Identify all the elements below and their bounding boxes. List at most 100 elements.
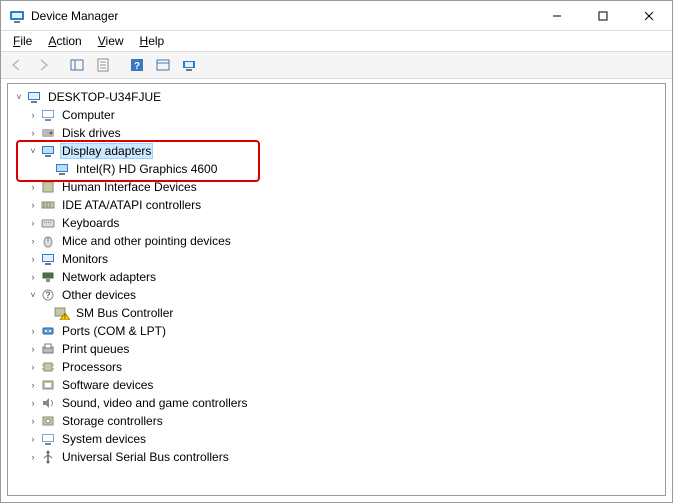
other-devices-icon: ?: [40, 287, 56, 303]
chevron-right-icon[interactable]: ›: [26, 344, 40, 354]
tree-node-mice[interactable]: › Mice and other pointing devices: [8, 232, 665, 250]
properties-button[interactable]: [91, 54, 115, 76]
tree-label: Intel(R) HD Graphics 4600: [74, 162, 219, 176]
tree-label: Computer: [60, 108, 117, 122]
tree-pane[interactable]: ˅ DESKTOP-U34FJUE › Computer › Disk driv…: [7, 83, 666, 496]
tree-node-sm-bus[interactable]: ! SM Bus Controller: [8, 304, 665, 322]
window-title: Device Manager: [31, 9, 534, 23]
tree-node-display-adapters[interactable]: ˅ Display adapters: [8, 142, 665, 160]
tree-label: Print queues: [60, 342, 131, 356]
maximize-button[interactable]: [580, 1, 626, 30]
tree-node-network[interactable]: › Network adapters: [8, 268, 665, 286]
show-hide-tree-button[interactable]: [65, 54, 89, 76]
chevron-right-icon[interactable]: ›: [26, 398, 40, 408]
tree-label: Disk drives: [60, 126, 123, 140]
tree-label: Software devices: [60, 378, 155, 392]
tree-label: IDE ATA/ATAPI controllers: [60, 198, 203, 212]
menu-action[interactable]: Action: [42, 32, 87, 50]
chevron-right-icon[interactable]: ›: [26, 272, 40, 282]
tree-node-monitors[interactable]: › Monitors: [8, 250, 665, 268]
system-icon: [40, 431, 56, 447]
tree-root[interactable]: ˅ DESKTOP-U34FJUE: [8, 88, 665, 106]
chevron-right-icon[interactable]: ›: [26, 254, 40, 264]
forward-button[interactable]: [31, 54, 55, 76]
view-devices-button[interactable]: [177, 54, 201, 76]
titlebar: Device Manager: [1, 1, 672, 31]
tree-node-ide[interactable]: › IDE ATA/ATAPI controllers: [8, 196, 665, 214]
chevron-down-icon[interactable]: ˅: [12, 92, 26, 102]
network-icon: [40, 269, 56, 285]
tree-label: System devices: [60, 432, 148, 446]
tree-label: Processors: [60, 360, 124, 374]
back-button[interactable]: [5, 54, 29, 76]
tree-node-ports[interactable]: › Ports (COM & LPT): [8, 322, 665, 340]
chevron-right-icon[interactable]: ›: [26, 218, 40, 228]
software-icon: [40, 377, 56, 393]
chevron-right-icon[interactable]: ›: [26, 182, 40, 192]
device-tree: ˅ DESKTOP-U34FJUE › Computer › Disk driv…: [8, 84, 665, 470]
tree-root-label: DESKTOP-U34FJUE: [46, 90, 163, 104]
storage-icon: [40, 413, 56, 429]
disk-icon: [40, 125, 56, 141]
monitor-icon: [40, 251, 56, 267]
chevron-down-icon[interactable]: ˅: [26, 146, 40, 156]
tree-node-hid[interactable]: › Human Interface Devices: [8, 178, 665, 196]
tree-node-display-child[interactable]: Intel(R) HD Graphics 4600: [8, 160, 665, 178]
tree-node-usb[interactable]: › Universal Serial Bus controllers: [8, 448, 665, 466]
scan-hardware-button[interactable]: [151, 54, 175, 76]
computer-icon: [40, 107, 56, 123]
menu-view[interactable]: View: [92, 32, 130, 50]
tree-label: Sound, video and game controllers: [60, 396, 249, 410]
chevron-down-icon[interactable]: ˅: [26, 290, 40, 300]
menu-file[interactable]: File: [7, 32, 38, 50]
app-icon: [9, 8, 25, 24]
tree-label: Keyboards: [60, 216, 121, 230]
chevron-right-icon[interactable]: ›: [26, 452, 40, 462]
minimize-button[interactable]: [534, 1, 580, 30]
tree-node-system[interactable]: › System devices: [8, 430, 665, 448]
display-icon: [54, 161, 70, 177]
chevron-right-icon[interactable]: ›: [26, 128, 40, 138]
tree-node-storage[interactable]: › Storage controllers: [8, 412, 665, 430]
tree-label: Mice and other pointing devices: [60, 234, 233, 248]
svg-text:?: ?: [45, 290, 51, 300]
cpu-icon: [40, 359, 56, 375]
menu-help[interactable]: Help: [134, 32, 171, 50]
window-controls: [534, 1, 672, 30]
chevron-right-icon[interactable]: ›: [26, 434, 40, 444]
svg-text:!: !: [64, 314, 66, 320]
display-icon: [40, 143, 56, 159]
tree-label: Network adapters: [60, 270, 158, 284]
tree-node-print-queues[interactable]: › Print queues: [8, 340, 665, 358]
sound-icon: [40, 395, 56, 411]
chevron-right-icon[interactable]: ›: [26, 326, 40, 336]
chevron-right-icon[interactable]: ›: [26, 362, 40, 372]
tree-node-software[interactable]: › Software devices: [8, 376, 665, 394]
ports-icon: [40, 323, 56, 339]
chevron-right-icon[interactable]: ›: [26, 236, 40, 246]
chevron-right-icon[interactable]: ›: [26, 200, 40, 210]
tree-node-sound[interactable]: › Sound, video and game controllers: [8, 394, 665, 412]
tree-label: Storage controllers: [60, 414, 165, 428]
chevron-right-icon[interactable]: ›: [26, 416, 40, 426]
close-button[interactable]: [626, 1, 672, 30]
warning-device-icon: !: [54, 305, 70, 321]
tree-node-computer[interactable]: › Computer: [8, 106, 665, 124]
hid-icon: [40, 179, 56, 195]
tree-label: SM Bus Controller: [74, 306, 175, 320]
ide-icon: [40, 197, 56, 213]
chevron-right-icon[interactable]: ›: [26, 110, 40, 120]
tree-label: Universal Serial Bus controllers: [60, 450, 231, 464]
tree-label: Monitors: [60, 252, 110, 266]
mouse-icon: [40, 233, 56, 249]
tree-node-other[interactable]: ˅ ? Other devices: [8, 286, 665, 304]
tree-label: Display adapters: [60, 143, 153, 159]
tree-node-processors[interactable]: › Processors: [8, 358, 665, 376]
keyboard-icon: [40, 215, 56, 231]
tree-node-disk-drives[interactable]: › Disk drives: [8, 124, 665, 142]
tree-label: Ports (COM & LPT): [60, 324, 168, 338]
chevron-right-icon[interactable]: ›: [26, 380, 40, 390]
printer-icon: [40, 341, 56, 357]
tree-node-keyboards[interactable]: › Keyboards: [8, 214, 665, 232]
help-button[interactable]: ?: [125, 54, 149, 76]
